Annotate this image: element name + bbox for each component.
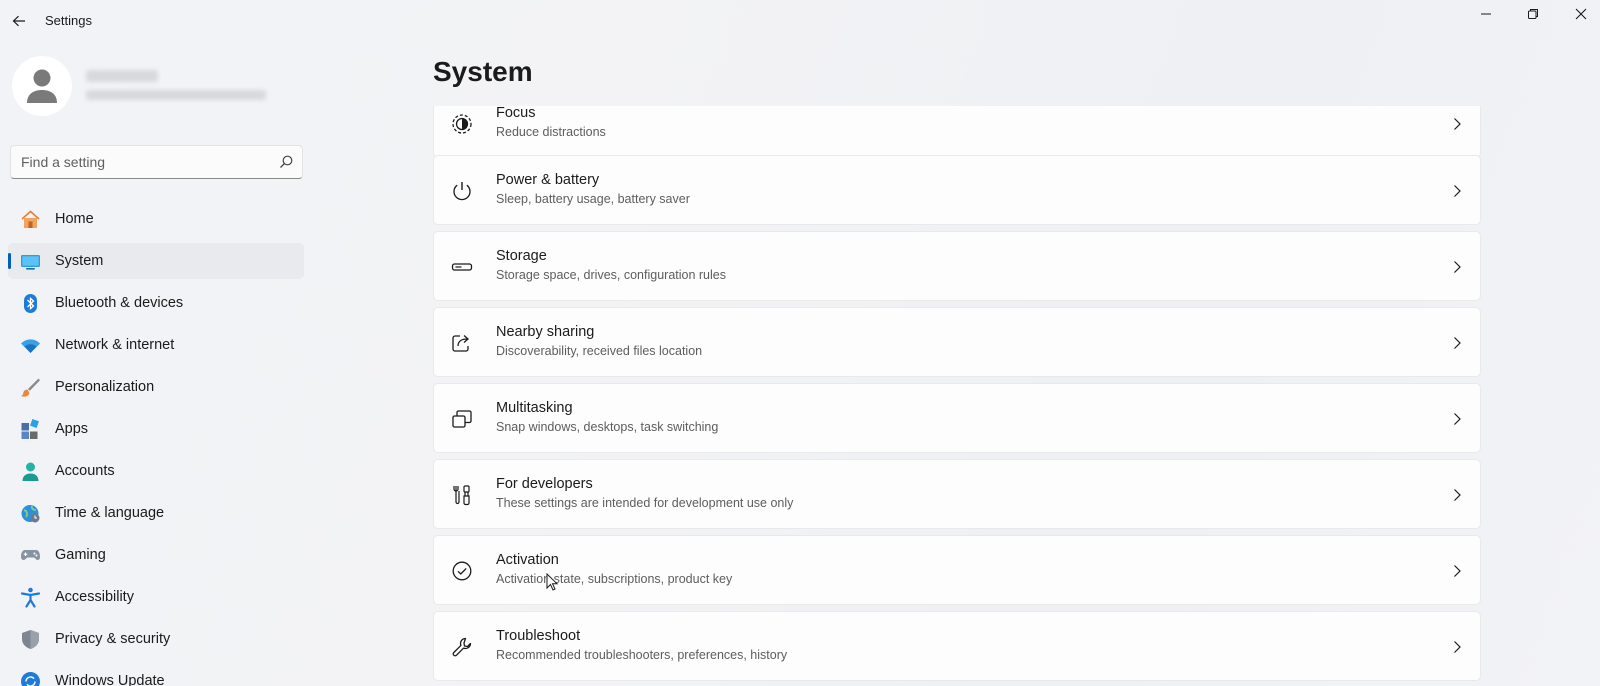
card-title: Activation: [496, 552, 559, 568]
sidebar-item-label: Home: [55, 211, 94, 227]
sidebar-item-label: Accounts: [55, 463, 115, 479]
sidebar-item-label: Gaming: [55, 547, 106, 563]
sidebar-item-label: Personalization: [55, 379, 155, 395]
sidebar-item-accessibility[interactable]: Accessibility: [8, 579, 304, 615]
sidebar-item-privacy-security[interactable]: Privacy & security: [8, 621, 304, 657]
sidebar-nav: Home System Bluetooth & devices Network …: [8, 201, 304, 686]
card-description: Recommended troubleshooters, preferences…: [496, 648, 788, 662]
card-description: Snap windows, desktops, task switching: [496, 420, 719, 434]
profile-email-redacted: [86, 90, 266, 100]
chevron-right-icon: [1454, 118, 1461, 130]
title-bar: Settings: [0, 0, 1600, 40]
system-icon: [20, 251, 41, 272]
sidebar-item-label: Time & language: [55, 505, 165, 521]
bluetooth-icon: [20, 293, 41, 314]
power-icon: [450, 179, 474, 203]
sidebar-item-label: Accessibility: [55, 589, 134, 605]
user-profile[interactable]: [12, 56, 302, 118]
chevron-right-icon: [1454, 489, 1461, 501]
activation-check-icon: [450, 559, 474, 583]
sidebar-item-gaming[interactable]: Gaming: [8, 537, 304, 573]
sidebar-item-time-language[interactable]: Time & language: [8, 495, 304, 531]
mouse-cursor-icon: [546, 573, 558, 591]
close-button[interactable]: [1558, 0, 1600, 28]
avatar: [12, 56, 72, 116]
shield-icon: [20, 629, 41, 650]
brush-icon: [20, 377, 41, 398]
sidebar-item-bluetooth[interactable]: Bluetooth & devices: [8, 285, 304, 321]
card-description: Sleep, battery usage, battery saver: [496, 192, 690, 206]
sidebar-item-label: Privacy & security: [55, 631, 171, 647]
update-icon: [20, 671, 41, 686]
settings-card-focus[interactable]: Focus Reduce distractions: [433, 106, 1481, 158]
settings-list: Focus Reduce distractions Power & batter…: [433, 106, 1481, 686]
back-arrow-icon: [12, 15, 25, 27]
settings-card-nearby-sharing[interactable]: Nearby sharing Discoverability, received…: [433, 307, 1481, 377]
settings-card-troubleshoot[interactable]: Troubleshoot Recommended troubleshooters…: [433, 611, 1481, 681]
search-icon[interactable]: [278, 154, 294, 170]
card-title: For developers: [496, 476, 593, 492]
chevron-right-icon: [1454, 185, 1461, 197]
card-description: Reduce distractions: [496, 125, 606, 139]
sidebar-item-apps[interactable]: Apps: [8, 411, 304, 447]
restore-icon: [1528, 9, 1538, 19]
settings-card-multitasking[interactable]: Multitasking Snap windows, desktops, tas…: [433, 383, 1481, 453]
sidebar-item-label: Windows Update: [55, 673, 165, 686]
settings-card-power-battery[interactable]: Power & battery Sleep, battery usage, ba…: [433, 155, 1481, 225]
share-icon: [450, 331, 474, 355]
sidebar-item-system[interactable]: System: [8, 243, 304, 279]
card-title: Storage: [496, 248, 547, 264]
gamepad-icon: [20, 545, 41, 566]
minimize-icon: [1481, 13, 1491, 15]
card-description: Activation state, subscriptions, product…: [496, 572, 733, 586]
sidebar-item-label: Apps: [55, 421, 89, 437]
sidebar-item-home[interactable]: Home: [8, 201, 304, 237]
chevron-right-icon: [1454, 641, 1461, 653]
minimize-button[interactable]: [1463, 0, 1509, 28]
home-icon: [20, 209, 41, 230]
chevron-right-icon: [1454, 261, 1461, 273]
multitasking-icon: [450, 407, 474, 431]
account-icon: [20, 461, 41, 482]
chevron-right-icon: [1454, 565, 1461, 577]
sidebar-item-personalization[interactable]: Personalization: [8, 369, 304, 405]
card-description: These settings are intended for developm…: [496, 496, 794, 510]
page-title: System: [433, 56, 533, 87]
wifi-icon: [20, 335, 41, 356]
user-avatar-icon: [27, 69, 57, 103]
storage-icon: [450, 255, 474, 279]
profile-name-redacted: [86, 70, 158, 82]
accessibility-icon: [20, 587, 41, 608]
back-button[interactable]: [6, 8, 32, 34]
sidebar-item-label: Network & internet: [55, 337, 175, 353]
card-title: Troubleshoot: [496, 628, 581, 644]
wrench-icon: [450, 635, 474, 659]
sidebar-item-windows-update[interactable]: Windows Update: [8, 663, 304, 686]
sidebar-item-network[interactable]: Network & internet: [8, 327, 304, 363]
card-title: Power & battery: [496, 172, 600, 188]
card-description: Discoverability, received files location: [496, 344, 703, 358]
close-icon: [1575, 8, 1587, 20]
settings-card-for-developers[interactable]: For developers These settings are intend…: [433, 459, 1481, 529]
search-input[interactable]: [21, 146, 261, 178]
settings-card-storage[interactable]: Storage Storage space, drives, configura…: [433, 231, 1481, 301]
sidebar-item-label: System: [55, 253, 104, 269]
card-title: Multitasking: [496, 400, 573, 416]
sidebar-item-accounts[interactable]: Accounts: [8, 453, 304, 489]
card-title: Focus: [496, 106, 536, 121]
restore-button[interactable]: [1510, 0, 1556, 28]
sidebar-item-label: Bluetooth & devices: [55, 295, 184, 311]
app-title: Settings: [45, 13, 92, 28]
developer-tools-icon: [450, 483, 474, 507]
chevron-right-icon: [1454, 337, 1461, 349]
card-description: Storage space, drives, configuration rul…: [496, 268, 726, 282]
globe-clock-icon: [20, 503, 41, 524]
chevron-right-icon: [1454, 413, 1461, 425]
settings-card-activation[interactable]: Activation Activation state, subscriptio…: [433, 535, 1481, 605]
search-box[interactable]: [10, 145, 303, 179]
focus-icon: [450, 112, 474, 136]
apps-icon: [20, 419, 41, 440]
card-title: Nearby sharing: [496, 324, 595, 340]
